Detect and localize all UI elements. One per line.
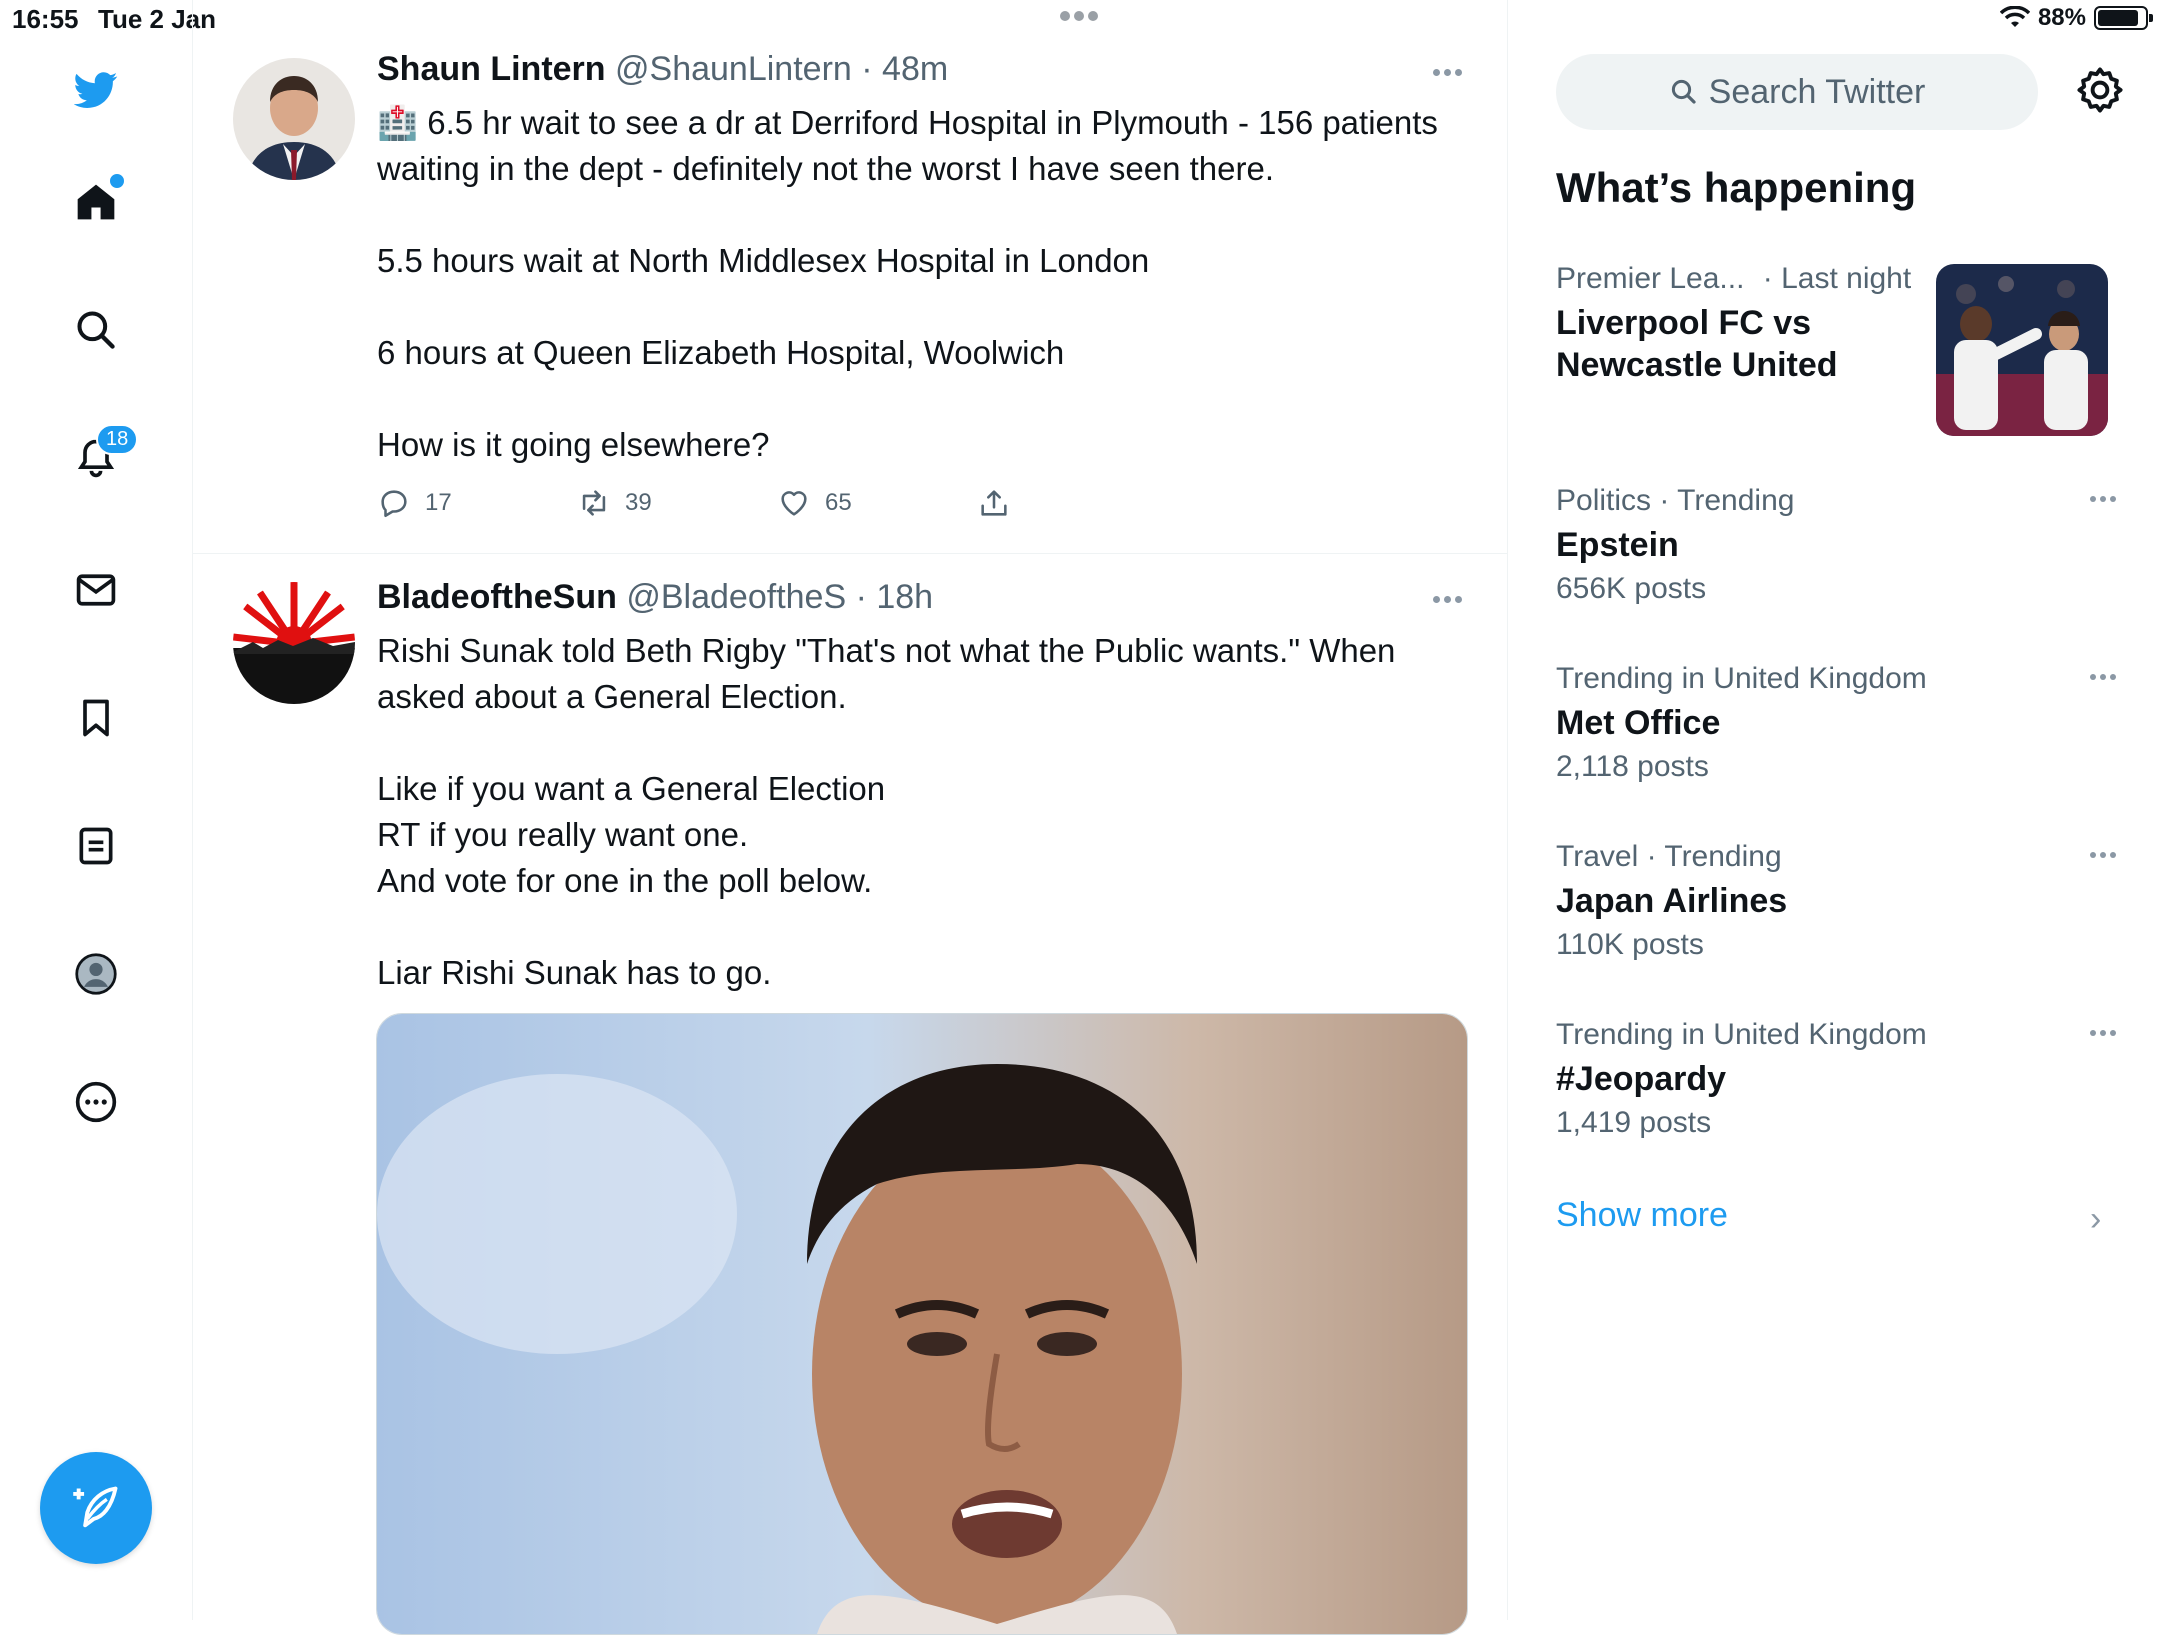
lists-icon[interactable] (66, 816, 126, 876)
notifications-badge: 18 (96, 424, 139, 455)
profile-icon[interactable] (66, 944, 126, 1004)
trend-title: #Jeopardy (1556, 1060, 1727, 1098)
tweet-image[interactable] (376, 1013, 1468, 1635)
home-icon[interactable] (66, 172, 126, 232)
right-sidebar: Search Twitter What’s happening Premier … (1508, 0, 2160, 1620)
home-new-indicator (108, 172, 126, 190)
compose-icon (73, 1486, 118, 1528)
settings-button[interactable] (2074, 64, 2126, 116)
retweet-icon (582, 490, 606, 516)
reply-count: 17 (425, 489, 452, 516)
tweet-time[interactable]: · 18h (856, 578, 934, 616)
bell-icon[interactable]: 18 (66, 424, 139, 488)
show-more-link[interactable]: Show more (1556, 1196, 1728, 1235)
retweet-count: 39 (625, 489, 652, 516)
trend-image[interactable] (1936, 264, 2108, 436)
trend-more-icon[interactable] (2090, 674, 2116, 680)
author-name[interactable]: BladeoftheSun (377, 578, 617, 616)
trend-category-label: Premier Lea... (1556, 262, 1745, 295)
trend-item[interactable]: Travel · Trending Japan Airlines 110K po… (1556, 840, 2116, 962)
tweet-actions: 17 39 65 (377, 486, 1177, 520)
search-icon[interactable] (66, 300, 126, 360)
trend-item[interactable]: Trending in United Kingdom Met Office 2,… (1556, 662, 2116, 784)
twitter-logo-icon[interactable] (66, 60, 126, 120)
share-icon (981, 490, 1007, 516)
tweet-line: Rishi Sunak told Beth Rigby "That's not … (377, 632, 1396, 715)
trend-item[interactable]: Politics · Trending Epstein 656K posts (1556, 484, 2116, 606)
reply-button[interactable]: 17 (377, 486, 577, 520)
retweet-button[interactable]: 39 (577, 486, 777, 520)
trend-count: 2,118 posts (1556, 750, 1709, 783)
chevron-right-icon[interactable]: › (2090, 1200, 2101, 1239)
tweet-header: Shaun Lintern @ShaunLintern · 48m (377, 50, 948, 89)
tweet-time[interactable]: · 48m (861, 50, 948, 88)
trend-category: Politics · Trending (1556, 484, 1795, 517)
tweet-more-icon[interactable] (1433, 596, 1463, 603)
author-handle[interactable]: @ShaunLintern (615, 50, 852, 88)
left-navigation: 18 (0, 0, 193, 1620)
bookmark-icon[interactable] (66, 688, 126, 748)
like-count: 65 (825, 489, 852, 516)
compose-button[interactable] (40, 1452, 152, 1564)
trend-category: Trending in United Kingdom (1556, 662, 1927, 695)
author-name[interactable]: Shaun Lintern (377, 50, 606, 88)
trend-title: Epstein (1556, 526, 1679, 564)
trend-title: Japan Airlines (1556, 882, 1788, 920)
share-button[interactable] (977, 486, 1177, 520)
whats-happening-title: What’s happening (1556, 164, 1917, 211)
avatar[interactable] (233, 58, 355, 180)
tweet-line: How is it going elsewhere? (377, 426, 770, 463)
trend-title: Liverpool FC vs Newcastle United (1556, 304, 1838, 384)
tweet-line: And vote for one in the poll below. (377, 862, 873, 899)
trend-count: 656K posts (1556, 572, 1707, 605)
tweet-line: 🏥 6.5 hr wait to see a dr at Derriford H… (377, 104, 1438, 187)
tweet-line: Liar Rishi Sunak has to go. (377, 954, 772, 991)
trend-count: 110K posts (1556, 928, 1704, 961)
avatar[interactable] (233, 582, 355, 704)
search-placeholder: Search Twitter (1708, 72, 1926, 111)
tweet-line: Like if you want a General Election (377, 770, 886, 807)
trend-category: Travel · Trending (1556, 840, 1782, 873)
timeline: Shaun Lintern @ShaunLintern · 48m 🏥 6.5 … (193, 0, 1508, 1635)
trend-more-icon[interactable] (2090, 496, 2116, 502)
tweet[interactable]: Shaun Lintern @ShaunLintern · 48m 🏥 6.5 … (193, 0, 1507, 555)
author-handle[interactable]: @BladeoftheS (626, 578, 846, 616)
trend-more-icon[interactable] (2090, 852, 2116, 858)
reply-icon (381, 490, 407, 518)
tweet-line: RT if you really want one. (377, 816, 749, 853)
trend-category: Trending in United Kingdom (1556, 1018, 1927, 1051)
trend-time: · Last night (1762, 262, 1912, 295)
trend-title: Met Office (1556, 704, 1721, 742)
trend-count: 1,419 posts (1556, 1106, 1712, 1139)
search-icon (1671, 79, 1696, 104)
tweet-more-icon[interactable] (1433, 69, 1463, 76)
tweet-text: Rishi Sunak told Beth Rigby "That's not … (377, 628, 1467, 996)
search-input[interactable]: Search Twitter (1556, 54, 2038, 130)
more-icon[interactable] (66, 1072, 126, 1132)
trend-item[interactable]: Trending in United Kingdom #Jeopardy 1,4… (1556, 1018, 2116, 1140)
tweet-line: 5.5 hours wait at North Middlesex Hospit… (377, 242, 1150, 279)
like-button[interactable]: 65 (777, 486, 977, 520)
gear-icon (2077, 67, 2123, 113)
mail-icon[interactable] (66, 560, 126, 620)
tweet-text: 🏥 6.5 hr wait to see a dr at Derriford H… (377, 100, 1467, 468)
trend-more-icon[interactable] (2090, 1030, 2116, 1036)
tweet-header: BladeoftheSun @BladeoftheS · 18h (377, 578, 933, 617)
heart-icon (781, 491, 807, 516)
tweet-line: 6 hours at Queen Elizabeth Hospital, Woo… (377, 334, 1065, 371)
